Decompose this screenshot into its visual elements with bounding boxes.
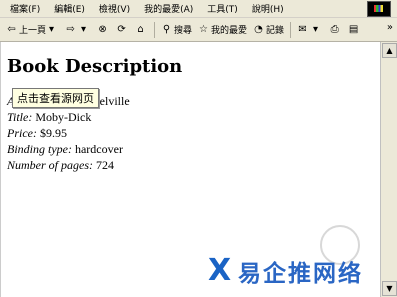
- home-button[interactable]: ⌂: [135, 24, 148, 35]
- chevron-down-icon: ▾: [81, 24, 87, 35]
- menu-view[interactable]: 檢視(V): [99, 2, 130, 15]
- field-value: 724: [96, 158, 114, 172]
- field-value: Moby-Dick: [35, 110, 92, 124]
- refresh-icon: ⟳: [117, 24, 126, 35]
- menu-edit[interactable]: 編輯(E): [54, 2, 85, 15]
- history-button-label: 記錄: [266, 26, 285, 36]
- search-icon: ⚲: [162, 24, 171, 35]
- field-key: Number of pages:: [7, 158, 93, 172]
- pages-row: Number of pages: 724: [7, 158, 114, 173]
- binding-row: Binding type: hardcover: [7, 142, 123, 157]
- watermark: 易企推网络: [206, 253, 363, 288]
- edit-icon: ▤: [348, 24, 359, 35]
- back-button-label: 上一頁: [19, 26, 47, 36]
- toolbar: ⇦ 上一頁 ▾ ⇨ ▾ ⊗ ⟳ ⌂ ⚲ 搜尋 ☆ 我的最愛 ◔ 記錄 ✉ ▾ ⎙…: [0, 18, 397, 42]
- chevron-down-icon: ▾: [49, 24, 55, 35]
- menu-file[interactable]: 檔案(F): [10, 2, 40, 15]
- scroll-up-icon[interactable]: ▲: [382, 43, 397, 58]
- edit-button[interactable]: ▤: [348, 24, 361, 35]
- scroll-down-icon[interactable]: ▼: [382, 281, 397, 296]
- price-row: Price: $9.95: [7, 126, 67, 141]
- back-arrow-icon: ⇦: [7, 24, 16, 35]
- toolbar-overflow-chevron-icon[interactable]: »: [387, 22, 393, 33]
- history-button[interactable]: ◔ 記錄: [253, 23, 284, 36]
- print-icon: ⎙: [330, 24, 339, 35]
- favorites-button-label: 我的最愛: [211, 26, 248, 36]
- search-button-label: 搜尋: [174, 26, 193, 36]
- menu-help[interactable]: 說明(H): [252, 2, 284, 15]
- field-value: hardcover: [74, 142, 123, 156]
- watermark-logo-icon: [206, 253, 236, 288]
- menu-bar: 檔案(F) 編輯(E) 檢視(V) 我的最愛(A) 工具(T) 說明(H): [0, 0, 397, 18]
- stop-icon: ⊗: [98, 24, 107, 35]
- stop-button[interactable]: ⊗: [97, 24, 110, 35]
- field-value: $9.95: [39, 126, 67, 140]
- chevron-down-icon: ▾: [313, 24, 319, 35]
- history-icon: ◔: [254, 24, 263, 35]
- toolbar-divider: [290, 21, 292, 38]
- view-source-tooltip[interactable]: 点击查看源网页: [12, 88, 99, 108]
- title-row: Title: Moby-Dick: [7, 110, 91, 125]
- home-icon: ⌂: [137, 24, 144, 35]
- field-key: Title:: [7, 110, 33, 124]
- forward-arrow-icon: ⇨: [66, 24, 75, 35]
- back-button[interactable]: ⇦ 上一頁 ▾: [6, 23, 59, 36]
- forward-button[interactable]: ⇨ ▾: [65, 24, 91, 35]
- mail-button[interactable]: ✉ ▾: [297, 24, 323, 35]
- toolbar-divider: [154, 21, 156, 38]
- menu-favorites[interactable]: 我的最愛(A): [144, 2, 193, 15]
- favorites-button[interactable]: ☆ 我的最愛: [198, 23, 247, 36]
- watermark-text: 易企推网络: [238, 261, 363, 287]
- print-button[interactable]: ⎙: [329, 24, 342, 35]
- favorites-icon: ☆: [199, 24, 209, 35]
- mail-icon: ✉: [298, 24, 307, 35]
- field-key: Binding type:: [7, 142, 72, 156]
- field-key: Price:: [7, 126, 37, 140]
- page-title: Book Description: [7, 56, 183, 77]
- vertical-scrollbar[interactable]: ▲ ▼: [380, 42, 397, 297]
- search-button[interactable]: ⚲ 搜尋: [161, 23, 192, 36]
- refresh-button[interactable]: ⟳: [116, 24, 129, 35]
- windows-logo-icon: [367, 1, 391, 17]
- menu-tools[interactable]: 工具(T): [207, 2, 238, 15]
